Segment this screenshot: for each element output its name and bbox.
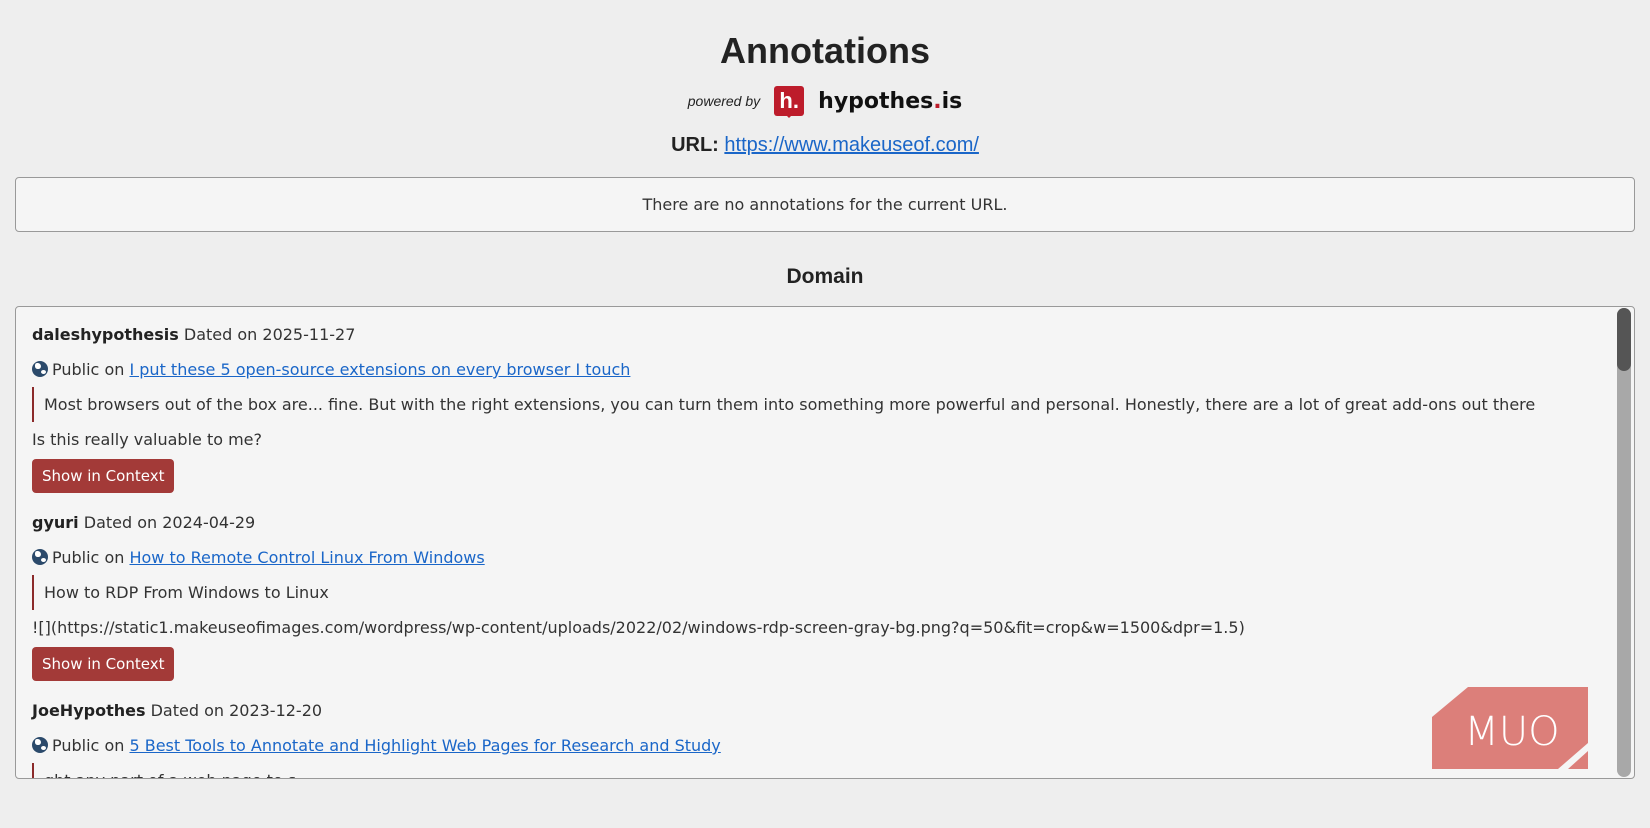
powered-by-label: powered by — [687, 93, 761, 109]
page-title: Annotations — [720, 30, 930, 71]
annotation-text: ![](https://static1.makeuseofimages.com/… — [32, 618, 1245, 637]
url-label: URL: — [671, 134, 719, 156]
annotation-date: Dated on 2024-04-29 — [83, 513, 256, 532]
annotation-quote: How to RDP From Windows to Linux — [32, 575, 1618, 610]
visibility: Public on — [52, 360, 125, 379]
annotation-link[interactable]: I put these 5 open-source extensions on … — [129, 360, 630, 379]
muo-text: MUO — [1464, 709, 1559, 755]
annotation-user[interactable]: gyuri — [32, 513, 79, 532]
annotation-item: gyuri Dated on 2024-04-29 Public on How … — [16, 505, 1634, 693]
scrollbar-thumb[interactable] — [1617, 308, 1631, 371]
annotation-quote: Most browsers out of the box are... fine… — [32, 387, 1618, 422]
annotation-quote: ght any part of a web page to s — [32, 763, 1618, 778]
muo-watermark-logo: MUO — [1432, 687, 1588, 769]
visibility: Public on — [52, 736, 125, 755]
globe-icon — [32, 361, 48, 377]
visibility: Public on — [52, 548, 125, 567]
domain-heading: Domain — [786, 265, 864, 288]
no-annotations-notice: There are no annotations for the current… — [15, 177, 1635, 232]
scrollbar[interactable] — [1617, 308, 1631, 777]
annotation-text: Is this really valuable to me? — [32, 430, 263, 449]
show-in-context-button[interactable]: Show in Context — [32, 459, 175, 493]
annotation-link[interactable]: How to Remote Control Linux From Windows — [129, 548, 484, 567]
brand-dot: . — [933, 88, 942, 114]
hypothesis-logo-icon: h. — [774, 86, 805, 118]
powered-by: powered by h. hypothes.is — [0, 86, 1650, 118]
brand-end: is — [941, 88, 963, 114]
annotation-user[interactable]: daleshypothesis — [32, 325, 179, 344]
domain-annotations-list[interactable]: daleshypothesis Dated on 2025-11-27 Publ… — [15, 306, 1635, 779]
brand-main: hypothes — [818, 88, 934, 114]
hypothesis-brand: hypothes.is — [818, 89, 962, 114]
annotation-date: Dated on 2025-11-27 — [183, 325, 356, 344]
annotation-item: daleshypothesis Dated on 2025-11-27 Publ… — [16, 317, 1634, 505]
globe-icon — [32, 549, 48, 565]
current-url: URL: https://www.makeuseof.com/ — [0, 134, 1650, 157]
annotation-user[interactable]: JoeHypothes — [32, 701, 145, 720]
globe-icon — [32, 737, 48, 753]
url-link[interactable]: https://www.makeuseof.com/ — [724, 134, 979, 156]
annotation-date: Dated on 2023-12-20 — [150, 701, 323, 720]
annotation-link[interactable]: 5 Best Tools to Annotate and Highlight W… — [129, 736, 720, 755]
show-in-context-button[interactable]: Show in Context — [32, 647, 175, 681]
annotation-item: JoeHypothes Dated on 2023-12-20 Public o… — [16, 693, 1634, 778]
